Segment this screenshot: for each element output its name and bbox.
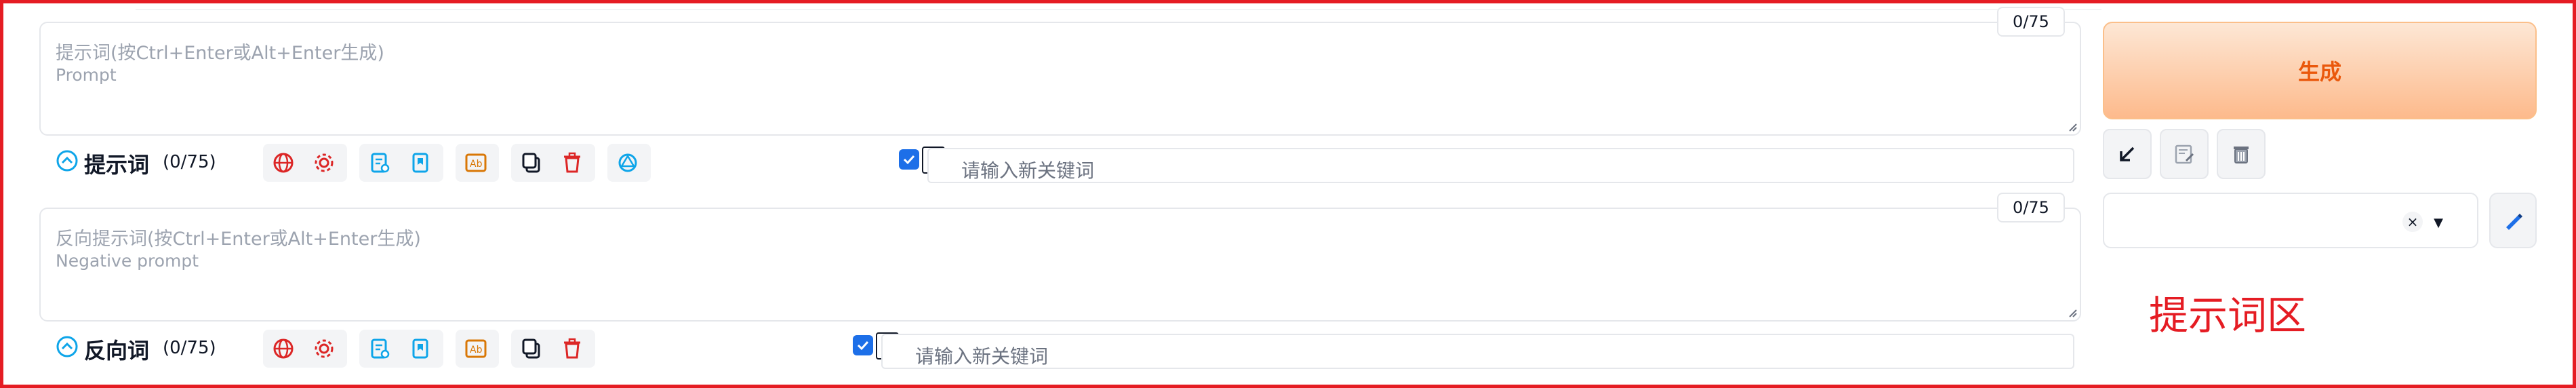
load-prompt-button[interactable]: [359, 144, 400, 182]
translate-button[interactable]: [263, 330, 304, 368]
read-params-button[interactable]: [2103, 129, 2152, 179]
positive-title: 提示词: [84, 152, 150, 178]
pencil-icon: [2506, 214, 2522, 230]
resize-grip-icon[interactable]: [2066, 121, 2077, 132]
globe-icon: [273, 338, 294, 359]
copy-button[interactable]: [511, 144, 552, 182]
ab-swap-icon: Ab: [465, 339, 487, 358]
copy-icon: [522, 153, 540, 173]
load-group: [359, 330, 443, 368]
keyword-placeholder: 请输入新关键词: [961, 159, 1095, 182]
edit-group: [511, 144, 595, 182]
negative-count: (0/75): [163, 338, 216, 358]
swap-group: Ab: [456, 330, 499, 368]
negative-placeholder-line1: 反向提示词(按Ctrl+Enter或Alt+Enter生成): [56, 229, 421, 250]
globe-icon: [273, 153, 294, 173]
keyword-checkbox[interactable]: [853, 335, 873, 355]
arrow-down-left-icon: [2120, 147, 2135, 161]
top-divider: [136, 3, 2101, 10]
copy-button[interactable]: [511, 330, 552, 368]
check-icon: [857, 341, 869, 351]
ab-swap-icon: Ab: [465, 153, 487, 172]
negative-placeholder-line2: Negative prompt: [56, 251, 199, 271]
trash-icon: [564, 152, 580, 173]
load-group: [359, 144, 443, 182]
bookmark-icon: [412, 153, 428, 173]
trash-can-icon: [2234, 147, 2249, 163]
load-prompt-button[interactable]: [359, 330, 400, 368]
svg-text:Ab: Ab: [470, 159, 483, 170]
doc-load-icon: [371, 338, 390, 359]
translate-group: [263, 330, 347, 368]
section-annotation: 提示词区: [2149, 292, 2307, 338]
translate-button[interactable]: [263, 144, 304, 182]
gear-icon: [315, 153, 334, 172]
positive-placeholder-line1: 提示词(按Ctrl+Enter或Alt+Enter生成): [56, 43, 384, 64]
trash-icon: [564, 338, 580, 359]
gear-icon: [315, 339, 334, 358]
translate-settings-button[interactable]: [304, 144, 344, 182]
edit-styles-button[interactable]: [2489, 193, 2537, 248]
ai-group: [607, 144, 651, 182]
clear-button[interactable]: [552, 144, 592, 182]
openai-icon: [618, 153, 637, 172]
generate-button[interactable]: 生成: [2103, 22, 2537, 119]
clear-button[interactable]: [552, 330, 592, 368]
clear-all-button[interactable]: [2217, 129, 2266, 179]
keyword-checkbox[interactable]: [899, 149, 919, 170]
negative-toolbar: 反向词 (0/75) Ab 请输入新关键词: [39, 324, 2081, 370]
doc-load-icon: [371, 153, 390, 173]
translate-settings-button[interactable]: [304, 330, 344, 368]
chevron-up-icon[interactable]: [56, 149, 79, 172]
check-icon: [903, 155, 915, 165]
clipboard-edit-icon: [2175, 144, 2194, 164]
bookmark-icon: [412, 338, 428, 359]
paste-edit-button[interactable]: [2160, 129, 2209, 179]
positive-toolbar: 提示词 (0/75) Ab 请输入新关键词: [39, 138, 2081, 185]
clear-selection-icon[interactable]: ×: [2402, 212, 2423, 232]
swap-group: Ab: [456, 144, 499, 182]
positive-token-counter: 0/75: [1997, 7, 2065, 37]
resize-grip-icon[interactable]: [2066, 307, 2077, 317]
chevron-up-icon[interactable]: [56, 335, 79, 358]
bookmark-prompt-button[interactable]: [400, 330, 441, 368]
positive-placeholder-line2: Prompt: [56, 65, 117, 85]
copy-icon: [522, 338, 540, 359]
ab-swap-button[interactable]: Ab: [456, 144, 496, 182]
positive-count: (0/75): [163, 152, 216, 172]
negative-title: 反向词: [84, 338, 150, 364]
edit-group: [511, 330, 595, 368]
openai-button[interactable]: [607, 144, 648, 182]
svg-text:Ab: Ab: [470, 345, 483, 355]
bookmark-prompt-button[interactable]: [400, 144, 441, 182]
positive-keyword-input[interactable]: 请输入新关键词: [927, 148, 2074, 183]
chevron-down-icon[interactable]: ▼: [2434, 216, 2443, 230]
translate-group: [263, 144, 347, 182]
negative-prompt-textarea[interactable]: 反向提示词(按Ctrl+Enter或Alt+Enter生成) Negative …: [39, 208, 2081, 322]
styles-dropdown[interactable]: × ▼: [2103, 193, 2478, 248]
negative-keyword-input[interactable]: 请输入新关键词: [881, 334, 2074, 369]
ab-swap-button[interactable]: Ab: [456, 330, 496, 368]
negative-token-counter: 0/75: [1997, 193, 2065, 222]
positive-prompt-textarea[interactable]: 提示词(按Ctrl+Enter或Alt+Enter生成) Prompt: [39, 22, 2081, 136]
keyword-placeholder: 请输入新关键词: [915, 345, 1049, 368]
